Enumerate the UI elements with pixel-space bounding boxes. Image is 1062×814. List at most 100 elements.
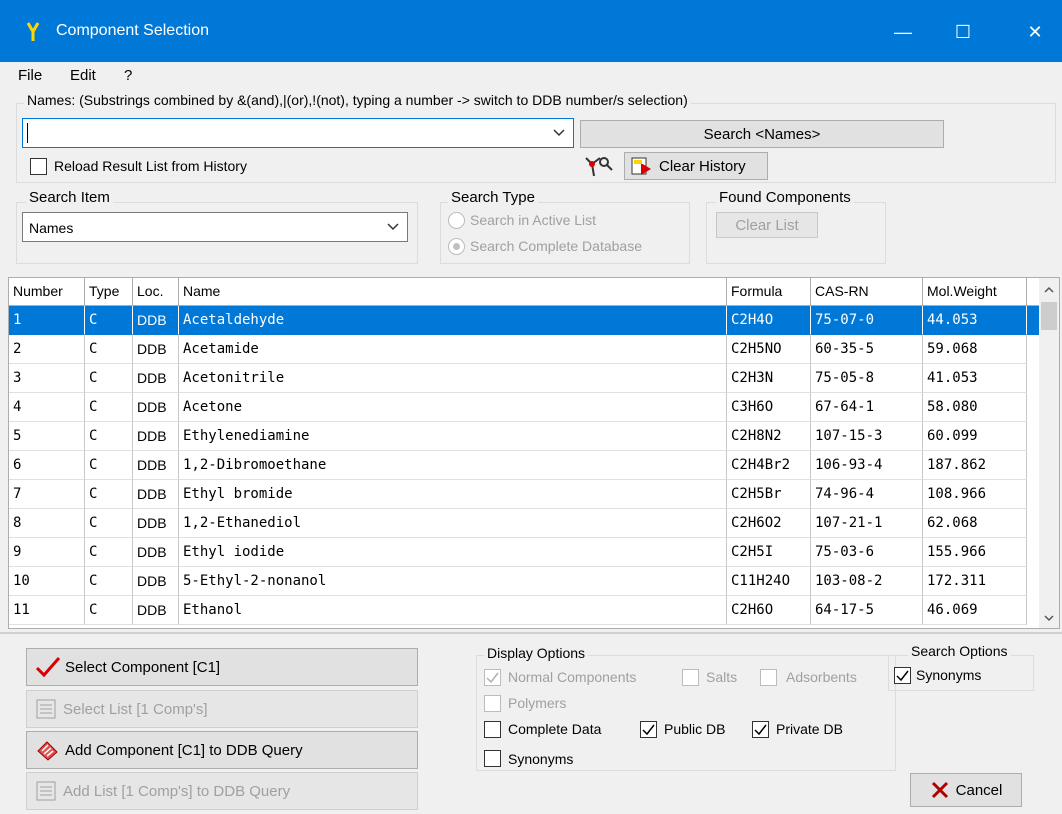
reload-history-checkbox[interactable] — [30, 158, 47, 175]
cell-mol-weight: 46.069 — [923, 596, 1027, 625]
vertical-scrollbar[interactable] — [1039, 278, 1059, 628]
menu-help[interactable]: ? — [124, 67, 132, 84]
adsorbents-label: Adsorbents — [786, 669, 857, 685]
cell-name: Acetaldehyde — [179, 306, 727, 335]
cancel-button[interactable]: Cancel — [910, 773, 1022, 807]
cell-formula: C2H6O2 — [727, 509, 811, 538]
search-complete-radio[interactable] — [448, 238, 465, 255]
search-item-select[interactable]: Names — [22, 212, 408, 242]
header-cas-rn[interactable]: CAS-RN — [811, 278, 923, 306]
scroll-up-icon[interactable] — [1044, 286, 1054, 294]
check-icon — [486, 672, 499, 684]
cell-loc: DDB — [133, 335, 179, 364]
check-icon — [754, 724, 767, 736]
table-row[interactable]: 10 C DDB 5-Ethyl-2-nonanol C11H24O 103-08-2 17… — [9, 567, 1039, 596]
cell-loc: DDB — [133, 538, 179, 567]
add-list-button[interactable]: Add List [1 Comp's] to DDB Query — [26, 772, 418, 810]
private-db-checkbox[interactable] — [752, 721, 769, 738]
cell-loc: DDB — [133, 422, 179, 451]
cell-name: 1,2-Dibromoethane — [179, 451, 727, 480]
cell-type: C — [85, 306, 133, 335]
cell-name: Acetonitrile — [179, 364, 727, 393]
cell-number: 8 — [9, 509, 85, 538]
menu-edit[interactable]: Edit — [70, 67, 96, 84]
header-name[interactable]: Name — [179, 278, 727, 306]
names-input[interactable] — [22, 118, 574, 148]
display-synonyms-checkbox[interactable] — [484, 750, 501, 767]
cell-formula: C2H3N — [727, 364, 811, 393]
header-loc[interactable]: Loc. — [133, 278, 179, 306]
cell-mol-weight: 59.068 — [923, 335, 1027, 364]
table-row[interactable]: 6 C DDB 1,2-Dibromoethane C2H4Br2 106-93-4 187… — [9, 451, 1039, 480]
maximize-button[interactable]: ☐ — [940, 14, 986, 50]
menu-file[interactable]: File — [18, 67, 42, 84]
checkmark-icon — [35, 657, 61, 678]
cell-loc: DDB — [133, 480, 179, 509]
cell-formula: C2H4Br2 — [727, 451, 811, 480]
search-synonyms-checkbox[interactable] — [894, 667, 911, 684]
table-row[interactable]: 9 C DDB Ethyl iodide C2H5I 75-03-6 155.966 — [9, 538, 1039, 567]
search-item-label: Search Item — [26, 189, 113, 206]
polymers-checkbox[interactable] — [484, 695, 501, 712]
complete-data-checkbox[interactable] — [484, 721, 501, 738]
search-active-label: Search in Active List — [470, 212, 597, 228]
search-names-button[interactable]: Search <Names> — [580, 120, 944, 148]
salts-checkbox[interactable] — [682, 669, 699, 686]
close-button[interactable]: ✕ — [1012, 14, 1058, 50]
text-caret — [27, 123, 28, 143]
table-row[interactable]: 3 C DDB Acetonitrile C2H3N 75-05-8 41.053 — [9, 364, 1039, 393]
table-row[interactable]: 11 C DDB Ethanol C2H6O 64-17-5 46.069 — [9, 596, 1039, 625]
cell-name: Ethanol — [179, 596, 727, 625]
table-row[interactable]: 2 C DDB Acetamide C2H5NO 60-35-5 59.068 — [9, 335, 1039, 364]
cell-mol-weight: 44.053 — [923, 306, 1027, 335]
cell-cas-rn: 67-64-1 — [811, 393, 923, 422]
select-component-button[interactable]: Select Component [C1] — [26, 648, 418, 686]
cell-cas-rn: 64-17-5 — [811, 596, 923, 625]
chevron-down-icon[interactable] — [553, 129, 565, 137]
search-options-label: Search Options — [908, 643, 1011, 659]
adsorbents-checkbox[interactable] — [760, 669, 777, 686]
header-type[interactable]: Type — [85, 278, 133, 306]
search-tool-button[interactable] — [580, 152, 618, 182]
table-row[interactable]: 1 C DDB Acetaldehyde C2H4O 75-07-0 44.053 — [9, 306, 1039, 335]
cell-formula: C2H5I — [727, 538, 811, 567]
private-db-label: Private DB — [776, 721, 843, 737]
check-icon — [642, 724, 655, 736]
found-components-label: Found Components — [716, 189, 854, 206]
cell-cas-rn: 75-07-0 — [811, 306, 923, 335]
normal-components-checkbox[interactable] — [484, 669, 501, 686]
select-list-button[interactable]: Select List [1 Comp's] — [26, 690, 418, 728]
table-row[interactable]: 8 C DDB 1,2-Ethanediol C2H6O2 107-21-1 62.068 — [9, 509, 1039, 538]
table-header: Number Type Loc. Name Formula CAS-RN Mol… — [9, 278, 1039, 306]
header-number[interactable]: Number — [9, 278, 85, 306]
polymers-label: Polymers — [508, 695, 567, 711]
scroll-down-icon[interactable] — [1044, 614, 1054, 622]
chevron-down-icon — [387, 223, 399, 231]
clear-history-button[interactable]: Clear History — [624, 152, 768, 180]
add-query-icon — [37, 741, 58, 761]
table-row[interactable]: 4 C DDB Acetone C3H6O 67-64-1 58.080 — [9, 393, 1039, 422]
cell-mol-weight: 108.966 — [923, 480, 1027, 509]
cell-type: C — [85, 451, 133, 480]
cell-cas-rn: 74-96-4 — [811, 480, 923, 509]
cell-loc: DDB — [133, 596, 179, 625]
cell-cas-rn: 107-21-1 — [811, 509, 923, 538]
public-db-checkbox[interactable] — [640, 721, 657, 738]
clear-list-button[interactable]: Clear List — [716, 212, 818, 238]
scroll-thumb[interactable] — [1041, 302, 1057, 330]
add-component-button[interactable]: Add Component [C1] to DDB Query — [26, 731, 418, 769]
cell-type: C — [85, 364, 133, 393]
cell-formula: C2H4O — [727, 306, 811, 335]
list-icon — [36, 781, 56, 801]
table-row[interactable]: 5 C DDB Ethylenediamine C2H8N2 107-15-3 60.099 — [9, 422, 1039, 451]
minimize-button[interactable]: — — [880, 14, 926, 50]
header-formula[interactable]: Formula — [727, 278, 811, 306]
list-icon — [36, 699, 56, 719]
cell-cas-rn: 106-93-4 — [811, 451, 923, 480]
cell-mol-weight: 60.099 — [923, 422, 1027, 451]
table-row[interactable]: 7 C DDB Ethyl bromide C2H5Br 74-96-4 108.966 — [9, 480, 1039, 509]
cell-number: 10 — [9, 567, 85, 596]
header-mol-weight[interactable]: Mol.Weight — [923, 278, 1027, 306]
search-active-radio[interactable] — [448, 212, 465, 229]
splitter[interactable] — [0, 632, 1062, 634]
